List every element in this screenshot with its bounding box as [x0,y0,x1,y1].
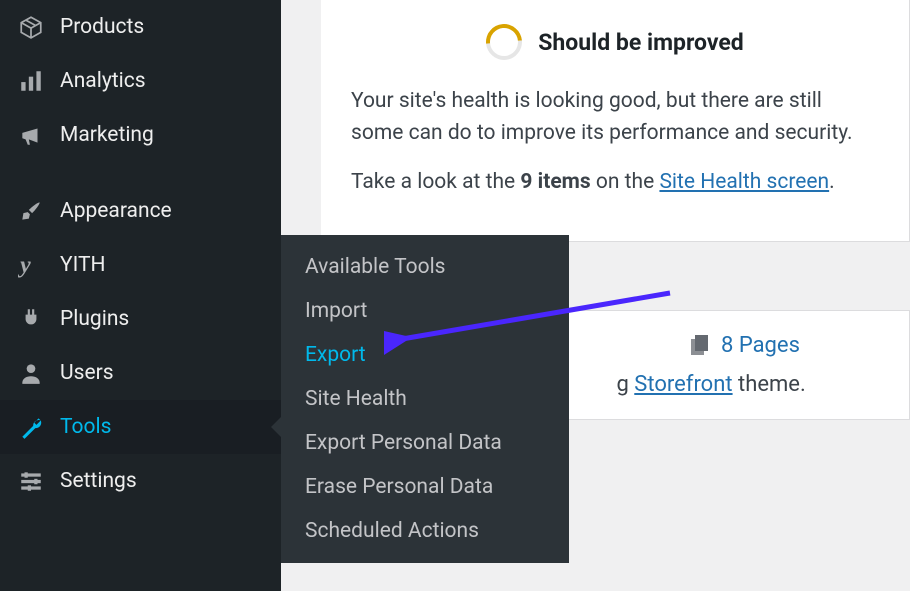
sidebar-item-analytics[interactable]: Analytics [0,54,281,108]
sliders-icon [16,466,46,496]
progress-circle-icon [479,17,530,68]
paintbrush-icon [16,196,46,226]
yith-icon: y [16,250,46,280]
site-health-link[interactable]: Site Health screen [659,170,829,194]
sidebar-item-settings[interactable]: Settings [0,454,281,508]
submenu-item-export[interactable]: Export [281,333,569,377]
megaphone-icon [16,120,46,150]
submenu-item-available-tools[interactable]: Available Tools [281,245,569,289]
tools-submenu: Available Tools Import Export Site Healt… [281,235,569,563]
sidebar-item-products[interactable]: Products [0,0,281,54]
sidebar-item-yith[interactable]: y YITH [0,238,281,292]
theme-link[interactable]: Storefront [634,372,732,397]
submenu-item-erase-personal-data[interactable]: Erase Personal Data [281,465,569,509]
health-status-title: Should be improved [538,29,743,56]
sidebar-item-label: Tools [60,415,111,439]
sidebar-item-label: Analytics [60,69,146,93]
health-cta-mid: on the [591,170,660,194]
svg-text:y: y [18,253,31,278]
sidebar-item-label: Settings [60,469,137,493]
sidebar-item-plugins[interactable]: Plugins [0,292,281,346]
submenu-item-scheduled-actions[interactable]: Scheduled Actions [281,509,569,553]
health-cta-prefix: Take a look at the [351,170,520,194]
plug-icon [16,304,46,334]
user-icon [16,358,46,388]
sidebar-item-label: Appearance [60,199,172,223]
sidebar-item-label: Products [60,15,144,39]
site-health-widget: Should be improved Your site's health is… [321,0,910,242]
submenu-item-import[interactable]: Import [281,289,569,333]
menu-separator [0,162,281,184]
sidebar-item-users[interactable]: Users [0,346,281,400]
health-header: Should be improved [351,24,879,60]
sidebar-item-marketing[interactable]: Marketing [0,108,281,162]
sidebar-item-label: Plugins [60,307,129,331]
submenu-item-site-health[interactable]: Site Health [281,377,569,421]
health-cta-suffix: . [829,170,835,194]
health-description: Your site's health is looking good, but … [351,86,879,149]
pages-icon [691,335,711,357]
health-cta: Take a look at the 9 items on the Site H… [351,167,879,199]
theme-prefix: g [616,372,634,397]
health-items-count: 9 items [520,170,590,194]
sidebar-item-label: Users [60,361,114,385]
health-text-line2: can do to improve its performance and se… [409,121,853,145]
sidebar-item-appearance[interactable]: Appearance [0,184,281,238]
wrench-icon [16,412,46,442]
box-icon [16,12,46,42]
pages-count-text: 8 Pages [721,333,800,358]
pages-link[interactable]: 8 Pages [691,333,800,358]
submenu-item-export-personal-data[interactable]: Export Personal Data [281,421,569,465]
sidebar-item-label: Marketing [60,123,154,147]
sidebar-item-label: YITH [60,253,106,277]
sidebar-item-tools[interactable]: Tools [0,400,281,454]
bar-chart-icon [16,66,46,96]
theme-suffix: theme. [733,372,806,397]
admin-sidebar: Products Analytics Marketing Appearance … [0,0,281,591]
